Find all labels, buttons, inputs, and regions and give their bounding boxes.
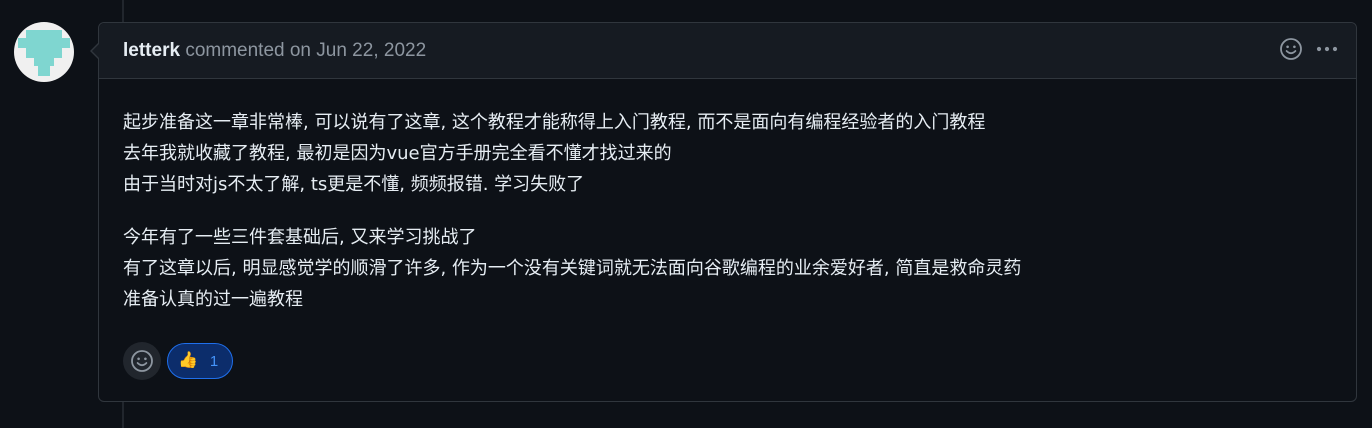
comment-timestamp[interactable]: commented on Jun 22, 2022	[185, 40, 426, 61]
comment-line: 准备认真的过一遍教程	[123, 289, 303, 310]
smiley-icon	[1280, 38, 1302, 60]
reaction-count: 1	[209, 352, 219, 370]
thumbs-up-icon: 👍	[178, 352, 198, 369]
issue-timeline: letterk commented on Jun 22, 2022 起步准备这一…	[0, 0, 1372, 428]
comment-line: 由于当时对js不太了解, ts更是不懂, 频频报错. 学习失败了	[123, 174, 585, 195]
add-reaction-button[interactable]	[1278, 36, 1304, 62]
avatar[interactable]	[14, 22, 74, 82]
comment-body: 起步准备这一章非常棒, 可以说有了这章, 这个教程才能称得上入门教程, 而不是面…	[123, 107, 1332, 337]
thumbs-up-reaction-button[interactable]: 👍 1	[167, 343, 234, 379]
comment-line: 去年我就收藏了教程, 最初是因为vue官方手册完全看不懂才找过来的	[123, 143, 672, 164]
add-reaction-footer-button[interactable]	[123, 342, 161, 380]
comment-header-actions	[1278, 36, 1340, 62]
reactions-bar: 👍 1	[123, 342, 234, 380]
comment-card: letterk commented on Jun 22, 2022 起步准备这一…	[90, 22, 1357, 402]
more-options-button[interactable]	[1314, 36, 1340, 62]
comment-line: 起步准备这一章非常棒, 可以说有了这章, 这个教程才能称得上入门教程, 而不是面…	[123, 112, 986, 133]
comment-paragraph: 今年有了一些三件套基础后, 又来学习挑战了 有了这章以后, 明显感觉学的顺滑了许…	[123, 222, 1332, 315]
comment-meta: letterk commented on Jun 22, 2022	[123, 40, 426, 62]
comment-paragraph: 起步准备这一章非常棒, 可以说有了这章, 这个教程才能称得上入门教程, 而不是面…	[123, 107, 1332, 200]
author-link[interactable]: letterk	[123, 40, 180, 61]
comment-line: 有了这章以后, 明显感觉学的顺滑了许多, 作为一个没有关键词就无法面向谷歌编程的…	[123, 258, 1022, 279]
kebab-horizontal-icon	[1316, 46, 1338, 52]
comment-header: letterk commented on Jun 22, 2022	[99, 23, 1356, 79]
smiley-icon	[131, 350, 153, 372]
comment-line: 今年有了一些三件套基础后, 又来学习挑战了	[123, 227, 477, 248]
